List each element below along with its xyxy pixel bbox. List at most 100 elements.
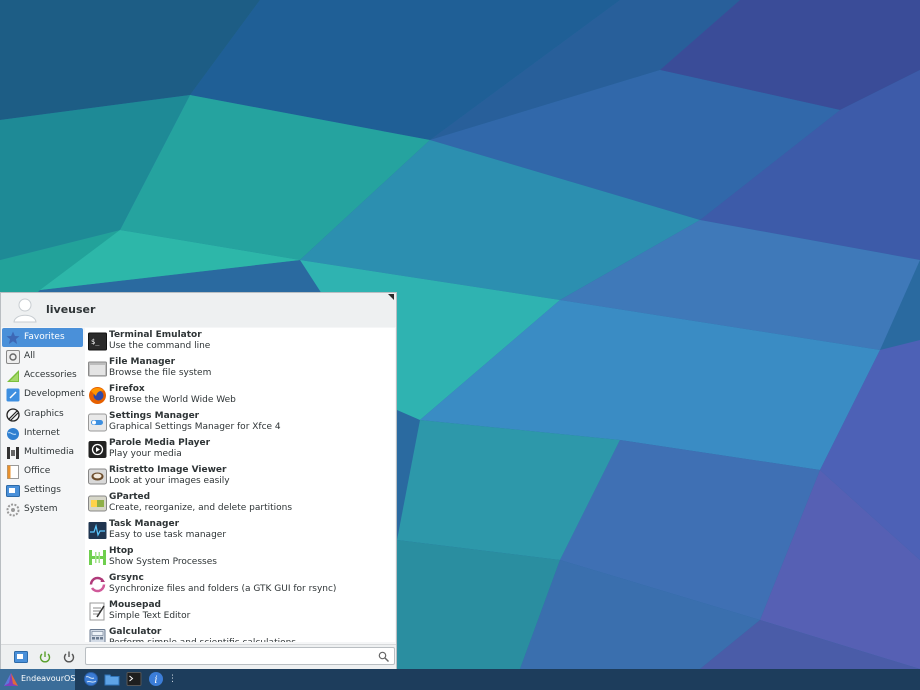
app-name: GParted [109, 492, 151, 502]
category-graphics[interactable]: Graphics [2, 405, 83, 424]
category-favorites[interactable]: Favorites [2, 328, 83, 347]
app-description: Easy to use task manager [109, 530, 227, 540]
file-manager-icon [88, 359, 107, 378]
star-icon [6, 331, 20, 345]
app-description: Synchronize files and folders (a GTK GUI… [109, 584, 337, 594]
gparted-icon [88, 494, 107, 513]
app-item[interactable]: Ristretto Image Viewer Look at your image… [85, 463, 395, 490]
app-name: Settings Manager [109, 411, 200, 421]
internet-icon [6, 427, 20, 441]
category-label: All [24, 351, 36, 362]
app-name: Firefox [109, 384, 145, 394]
app-description: Use the command line [109, 341, 211, 351]
settings-manager-icon [88, 413, 107, 432]
username: liveuser [46, 303, 96, 316]
app-item[interactable]: Firefox Browse the World Wide Web [85, 382, 395, 409]
app-item[interactable]: Parole Media Player Play your media [85, 436, 395, 463]
user-avatar-icon[interactable] [13, 297, 37, 323]
search-field[interactable] [85, 647, 395, 665]
category-development[interactable]: Development [2, 385, 85, 404]
terminal-icon: $_ [88, 332, 107, 351]
app-description: Show System Processes [109, 557, 217, 567]
search-icon [378, 651, 389, 662]
app-item[interactable]: Settings Manager Graphical Settings Manag… [85, 409, 395, 436]
app-description: Graphical Settings Manager for Xfce 4 [109, 422, 281, 432]
multimedia-icon [6, 446, 20, 460]
terminal-icon[interactable] [126, 671, 142, 687]
app-description: Simple Text Editor [109, 611, 191, 621]
app-description: Browse the World Wide Web [109, 395, 236, 405]
application-menu: liveuser Favorites All Accessories Developm… [0, 292, 397, 669]
category-label: Graphics [24, 408, 64, 419]
calculator-icon [88, 629, 107, 642]
app-item[interactable]: Htop Show System Processes [85, 544, 395, 571]
app-name: Ristretto Image Viewer [109, 465, 227, 475]
graphics-icon [6, 407, 20, 422]
category-label: Settings [24, 485, 61, 496]
svg-text:i: i [154, 675, 157, 686]
power-icon[interactable] [62, 650, 76, 664]
info-icon[interactable]: i [148, 671, 164, 687]
taskbar-panel: EndeavourOS i ⋮ [0, 669, 920, 690]
app-name: Task Manager [109, 519, 180, 529]
category-label: Development [24, 389, 85, 400]
app-description: Look at your images easily [109, 476, 230, 486]
start-menu-button[interactable]: EndeavourOS [0, 669, 75, 690]
development-icon [6, 388, 20, 402]
endeavouros-logo-icon [4, 673, 18, 686]
settings-button-icon[interactable] [14, 650, 28, 664]
app-item[interactable]: Task Manager Easy to use task manager [85, 517, 395, 544]
files-icon[interactable] [104, 671, 120, 687]
app-name: Grsync [109, 573, 144, 583]
app-item[interactable]: GParted Create, reorganize, and delete pa… [85, 490, 395, 517]
category-accessories[interactable]: Accessories [2, 366, 83, 385]
category-all[interactable]: All [2, 347, 83, 366]
app-name: Mousepad [109, 600, 161, 610]
image-viewer-icon [88, 467, 107, 486]
category-internet[interactable]: Internet [2, 424, 83, 443]
category-label: System [24, 504, 58, 515]
search-input[interactable] [88, 649, 372, 665]
app-name: Parole Media Player [109, 438, 211, 448]
panel-separator: ⋮ [168, 674, 177, 684]
web-browser-icon[interactable] [83, 671, 99, 687]
office-icon [6, 464, 20, 479]
app-item[interactable]: Mousepad Simple Text Editor [85, 598, 395, 625]
all-apps-icon [6, 350, 20, 365]
category-system[interactable]: System [2, 500, 83, 519]
app-name: Galculator [109, 627, 162, 637]
category-label: Accessories [24, 370, 77, 381]
app-item[interactable]: GalculatorPerform simple and scientific … [85, 625, 395, 642]
media-player-icon [88, 440, 107, 459]
favorites-app-list: $_ Terminal Emulator Use the command line F… [85, 328, 395, 642]
htop-icon [88, 548, 107, 567]
text-editor-icon [88, 602, 107, 621]
app-description: Perform simple and scientific calculatio… [109, 638, 296, 642]
category-list: Favorites All Accessories Development Graphi… [2, 328, 85, 519]
firefox-icon [88, 386, 107, 405]
category-multimedia[interactable]: Multimedia [2, 443, 83, 462]
category-settings[interactable]: Settings [2, 481, 83, 500]
settings-icon [6, 484, 20, 498]
menu-footer [1, 644, 396, 669]
app-description: Create, reorganize, and delete partition… [109, 503, 293, 513]
app-name: Terminal Emulator [109, 330, 202, 340]
app-description: Browse the file system [109, 368, 212, 378]
app-item[interactable]: File Manager Browse the file system [85, 355, 395, 382]
app-name: File Manager [109, 357, 176, 367]
app-description: Play your media [109, 449, 182, 459]
category-label: Office [24, 465, 51, 476]
resize-grip-icon[interactable] [388, 294, 394, 300]
app-name: Htop [109, 546, 134, 556]
category-label: Internet [24, 427, 60, 438]
system-icon [6, 503, 20, 517]
accessories-icon [6, 369, 20, 383]
menu-header: liveuser [1, 293, 396, 327]
lock-screen-icon[interactable] [38, 650, 52, 664]
app-item[interactable]: Grsync Synchronize files and folders (a G… [85, 571, 395, 598]
app-item[interactable]: $_ Terminal Emulator Use the command line [85, 328, 395, 355]
category-label: Multimedia [24, 446, 75, 457]
category-label: Favorites [24, 332, 65, 342]
category-office[interactable]: Office [2, 462, 83, 481]
grsync-icon [88, 575, 107, 594]
